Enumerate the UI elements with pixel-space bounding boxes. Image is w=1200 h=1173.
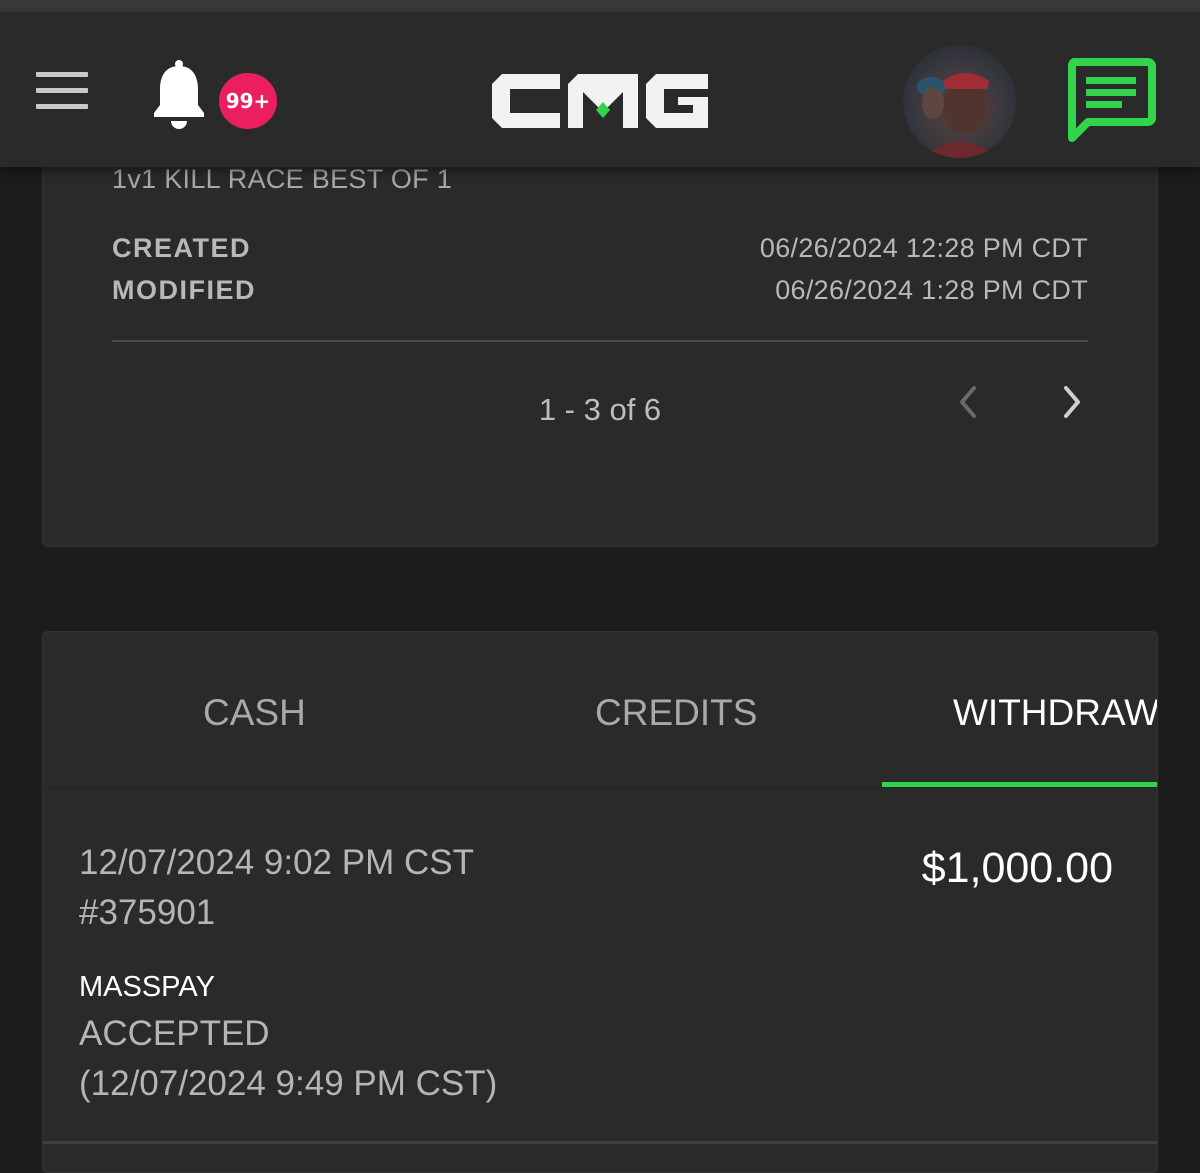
transaction-date: 12/07/2024 9:02 PM CST	[79, 843, 474, 882]
transaction-status-time: (12/07/2024 9:49 PM CST)	[79, 1064, 498, 1103]
cmg-logo-icon	[492, 74, 708, 128]
created-value: 06/26/2024 12:28 PM CDT	[759, 233, 1088, 263]
avatar[interactable]	[903, 45, 1016, 158]
bell-icon	[154, 60, 204, 129]
tab-withdraw[interactable]: WITHDRAW	[953, 692, 1157, 734]
tab-credits[interactable]: CREDITS	[595, 692, 757, 734]
notifications-button[interactable]	[150, 58, 208, 130]
pagination-range: 1 - 3 of 6	[538, 392, 662, 427]
cmg-logo[interactable]	[492, 74, 708, 128]
chat-icon	[1068, 58, 1156, 142]
match-mode: 1v1 KILL RACE BEST OF 1	[112, 164, 453, 194]
chevron-left-icon	[960, 386, 976, 418]
menu-button[interactable]	[36, 72, 90, 110]
created-label: CREATED	[112, 233, 252, 263]
modified-label: MODIFIED	[112, 275, 256, 305]
prev-page-button[interactable]	[952, 382, 986, 422]
tab-cash[interactable]: CASH	[203, 692, 306, 734]
transaction-status: ACCEPTED	[79, 1014, 270, 1053]
transaction-id: #375901	[79, 893, 216, 932]
chevron-right-icon	[1064, 386, 1080, 418]
transaction-method: MASSPAY	[79, 971, 215, 1003]
chat-button[interactable]	[1066, 58, 1156, 144]
modified-value: 06/26/2024 1:28 PM CDT	[775, 275, 1088, 305]
tabs-divider	[43, 787, 1157, 788]
status-bar-strip	[0, 0, 1200, 12]
row-divider	[43, 1141, 1157, 1144]
transaction-amount: $1,000.00	[921, 844, 1113, 892]
app-header: 99+	[0, 12, 1200, 167]
notification-badge: 99+	[219, 73, 277, 129]
next-page-button[interactable]	[1054, 382, 1088, 422]
wallet-card: CASH CREDITS WITHDRAW 12/07/2024 9:02 PM…	[42, 631, 1158, 1173]
match-divider	[112, 340, 1088, 342]
menu-icon	[36, 72, 88, 77]
user-photo	[903, 45, 1016, 158]
